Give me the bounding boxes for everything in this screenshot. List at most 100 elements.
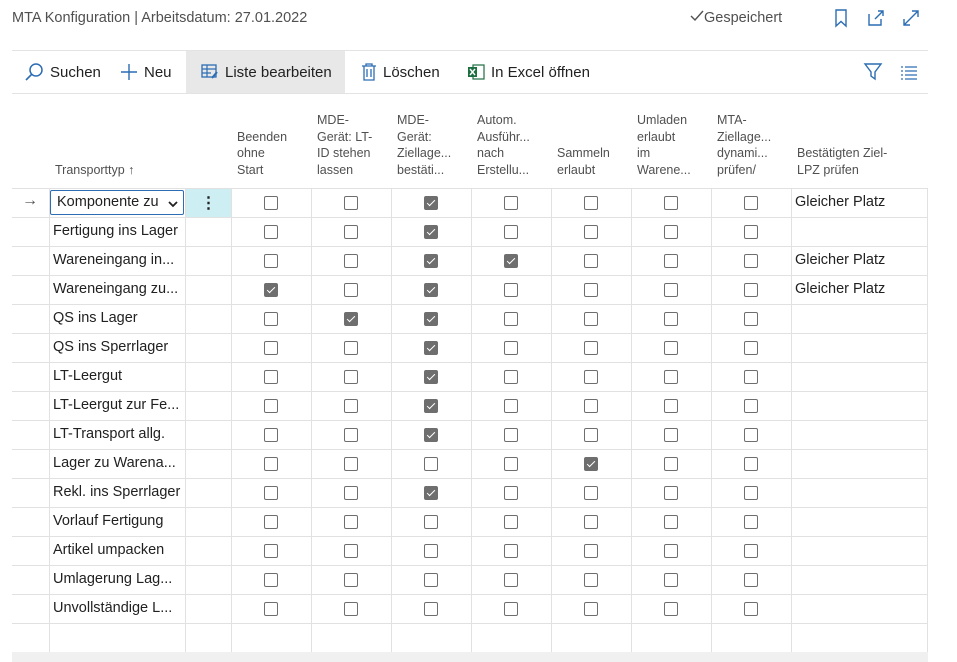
- row-checkbox[interactable]: [504, 457, 518, 471]
- row-checkbox[interactable]: [424, 196, 438, 210]
- transport-type-cell[interactable]: Fertigung ins Lager: [53, 217, 183, 246]
- row-checkbox[interactable]: [664, 312, 678, 326]
- transport-type-cell[interactable]: Lager zu Warena...: [53, 449, 183, 478]
- row-checkbox[interactable]: [264, 196, 278, 210]
- row-checkbox[interactable]: [744, 196, 758, 210]
- row-checkbox[interactable]: [504, 602, 518, 616]
- transport-type-cell[interactable]: QS ins Lager: [53, 304, 183, 333]
- row-checkbox[interactable]: [344, 225, 358, 239]
- row-checkbox[interactable]: [344, 515, 358, 529]
- row-checkbox[interactable]: [424, 457, 438, 471]
- row-checkbox[interactable]: [504, 515, 518, 529]
- row-checkbox[interactable]: [264, 486, 278, 500]
- row-checkbox[interactable]: [584, 341, 598, 355]
- column-header-4[interactable]: MDE- Gerät: Ziellage... bestäti...: [397, 112, 467, 178]
- row-checkbox[interactable]: [584, 602, 598, 616]
- row-checkbox[interactable]: [584, 573, 598, 587]
- row-checkbox[interactable]: [504, 312, 518, 326]
- transport-type-cell[interactable]: Vorlauf Fertigung: [53, 507, 183, 536]
- row-checkbox[interactable]: [264, 254, 278, 268]
- row-checkbox[interactable]: [744, 602, 758, 616]
- row-checkbox[interactable]: [664, 196, 678, 210]
- confirm-target-cell[interactable]: Gleicher Platz: [795, 275, 923, 304]
- transport-type-cell[interactable]: LT-Leergut zur Fe...: [53, 391, 183, 420]
- row-checkbox[interactable]: [584, 283, 598, 297]
- row-checkbox[interactable]: [344, 602, 358, 616]
- row-checkbox[interactable]: [664, 602, 678, 616]
- row-checkbox[interactable]: [744, 225, 758, 239]
- row-checkbox[interactable]: [664, 457, 678, 471]
- row-checkbox[interactable]: [424, 544, 438, 558]
- row-actions-menu[interactable]: ⋮: [186, 189, 231, 217]
- row-checkbox[interactable]: [344, 399, 358, 413]
- row-checkbox[interactable]: [664, 283, 678, 297]
- row-checkbox[interactable]: [504, 254, 518, 268]
- column-header-3[interactable]: MDE- Gerät: LT- ID stehen lassen: [317, 112, 387, 178]
- row-checkbox[interactable]: [584, 312, 598, 326]
- row-checkbox[interactable]: [424, 312, 438, 326]
- transport-type-cell[interactable]: Artikel umpacken: [53, 536, 183, 565]
- row-checkbox[interactable]: [424, 254, 438, 268]
- row-checkbox[interactable]: [264, 428, 278, 442]
- open-in-excel-button[interactable]: In Excel öffnen: [467, 51, 590, 93]
- row-checkbox[interactable]: [744, 399, 758, 413]
- column-header-7[interactable]: Umladen erlaubt im Warene...: [637, 112, 707, 178]
- row-checkbox[interactable]: [664, 428, 678, 442]
- transport-type-cell[interactable]: LT-Transport allg.: [53, 420, 183, 449]
- column-header-2[interactable]: Beenden ohne Start: [237, 129, 307, 179]
- column-header-8[interactable]: MTA- Ziellage... dynami... prüfen/: [717, 112, 787, 178]
- row-checkbox[interactable]: [424, 341, 438, 355]
- row-checkbox[interactable]: [264, 573, 278, 587]
- row-checkbox[interactable]: [504, 283, 518, 297]
- row-checkbox[interactable]: [264, 602, 278, 616]
- row-checkbox[interactable]: [584, 428, 598, 442]
- row-checkbox[interactable]: [504, 341, 518, 355]
- row-checkbox[interactable]: [264, 457, 278, 471]
- open-new-window-icon[interactable]: [866, 8, 886, 28]
- row-checkbox[interactable]: [664, 254, 678, 268]
- row-checkbox[interactable]: [744, 283, 758, 297]
- column-header-6[interactable]: Sammeln erlaubt: [557, 145, 627, 178]
- row-checkbox[interactable]: [344, 341, 358, 355]
- row-checkbox[interactable]: [504, 196, 518, 210]
- row-checkbox[interactable]: [584, 254, 598, 268]
- expand-icon[interactable]: [901, 8, 921, 28]
- row-checkbox[interactable]: [344, 196, 358, 210]
- row-checkbox[interactable]: [264, 283, 278, 297]
- horizontal-scrollbar[interactable]: [12, 652, 928, 662]
- transport-type-cell[interactable]: Umlagerung Lag...: [53, 565, 183, 594]
- row-checkbox[interactable]: [344, 254, 358, 268]
- transport-type-cell[interactable]: QS ins Sperrlager: [53, 333, 183, 362]
- row-checkbox[interactable]: [584, 457, 598, 471]
- column-header-1[interactable]: Transporttyp ↑: [55, 162, 185, 179]
- row-checkbox[interactable]: [744, 312, 758, 326]
- transport-type-cell[interactable]: Unvollständige L...: [53, 594, 183, 623]
- row-checkbox[interactable]: [664, 486, 678, 500]
- row-checkbox[interactable]: [584, 544, 598, 558]
- new-button[interactable]: Neu: [120, 51, 172, 93]
- row-checkbox[interactable]: [584, 486, 598, 500]
- row-checkbox[interactable]: [504, 573, 518, 587]
- row-checkbox[interactable]: [744, 573, 758, 587]
- row-checkbox[interactable]: [504, 544, 518, 558]
- row-checkbox[interactable]: [744, 457, 758, 471]
- row-checkbox[interactable]: [504, 370, 518, 384]
- row-checkbox[interactable]: [744, 486, 758, 500]
- row-checkbox[interactable]: [664, 544, 678, 558]
- transport-type-cell[interactable]: Wareneingang in...: [53, 246, 183, 275]
- row-checkbox[interactable]: [664, 515, 678, 529]
- row-checkbox[interactable]: [424, 515, 438, 529]
- row-checkbox[interactable]: [744, 544, 758, 558]
- row-checkbox[interactable]: [344, 312, 358, 326]
- row-checkbox[interactable]: [584, 370, 598, 384]
- filter-icon[interactable]: [862, 61, 884, 83]
- row-checkbox[interactable]: [664, 370, 678, 384]
- row-checkbox[interactable]: [344, 486, 358, 500]
- transport-type-cell[interactable]: LT-Leergut: [53, 362, 183, 391]
- row-checkbox[interactable]: [344, 370, 358, 384]
- row-checkbox[interactable]: [264, 225, 278, 239]
- row-checkbox[interactable]: [664, 399, 678, 413]
- column-header-5[interactable]: Autom. Ausführ... nach Erstellu...: [477, 112, 547, 178]
- row-checkbox[interactable]: [344, 457, 358, 471]
- edit-list-button[interactable]: Liste bearbeiten: [186, 51, 345, 93]
